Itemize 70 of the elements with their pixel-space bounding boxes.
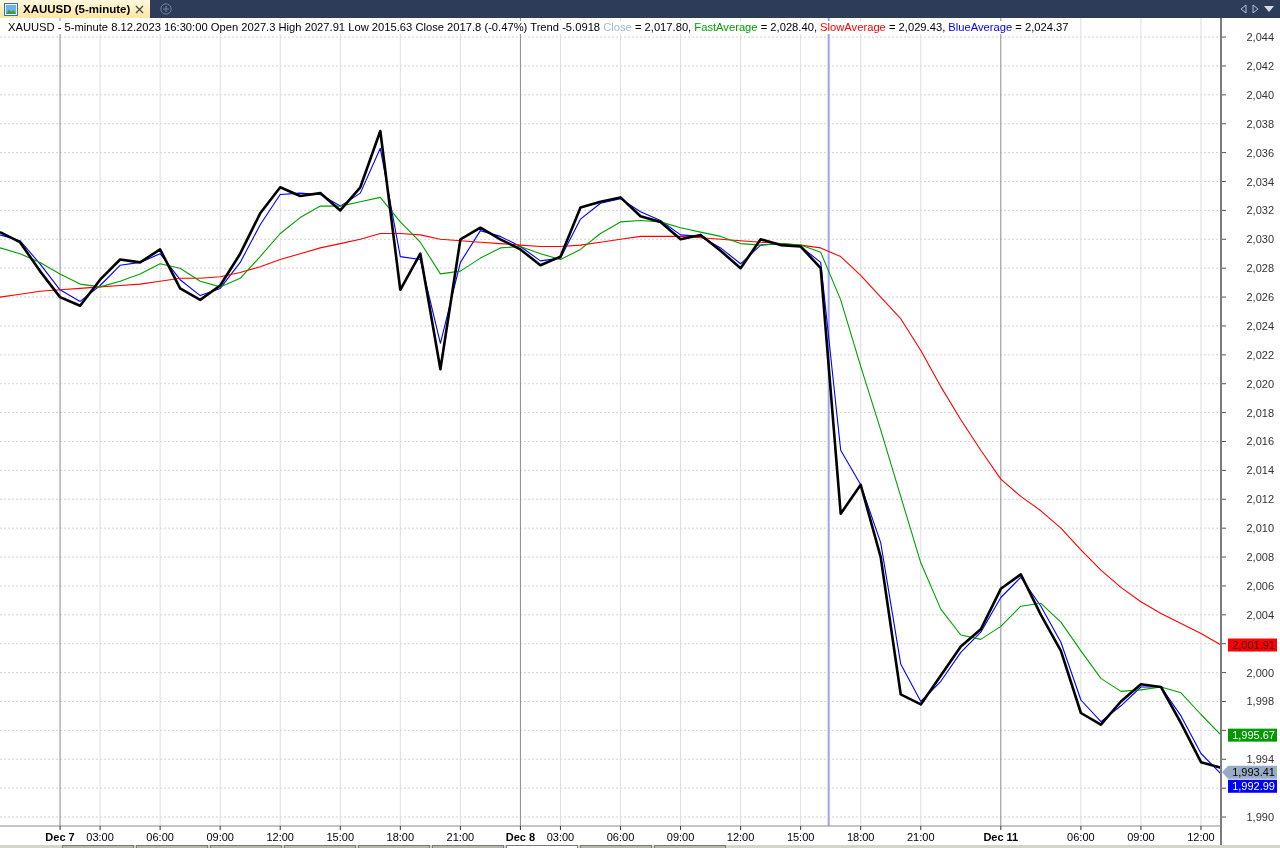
sheet-tab[interactable] bbox=[62, 845, 134, 848]
x-axis-label: 09:00 bbox=[1127, 831, 1155, 843]
x-axis-label: 12:00 bbox=[726, 831, 755, 843]
y-axis-label: 2,006 bbox=[1246, 579, 1274, 592]
legend-series-name: BlueAverage bbox=[947, 21, 1013, 34]
x-axis-label: 03:00 bbox=[546, 831, 575, 843]
y-axis-label: 2,022 bbox=[1246, 348, 1274, 361]
legend-series-name: SlowAverage bbox=[819, 21, 886, 34]
y-axis-label: 2,034 bbox=[1246, 175, 1274, 188]
y-axis-label: 2,012 bbox=[1246, 493, 1274, 506]
legend-text: XAUUSD - 5-minute 8.12.2023 16:30:00 Open 2027.3 High 2027.91 Low 2015.63 Close 2017.8 (-0.47%) Trend -5.0918 bbox=[8, 21, 601, 34]
x-axis-label: 03:00 bbox=[86, 831, 114, 843]
y-axis-label: 2,018 bbox=[1246, 406, 1274, 419]
x-axis-label: 21:00 bbox=[446, 831, 475, 843]
x-axis-label: 15:00 bbox=[326, 831, 355, 843]
close-icon[interactable] bbox=[135, 4, 145, 14]
sheet-tab[interactable] bbox=[580, 845, 652, 848]
y-axis-label: 2,016 bbox=[1246, 435, 1274, 448]
sheet-tab[interactable] bbox=[284, 845, 356, 848]
left-arrow-icon[interactable] bbox=[1240, 4, 1247, 14]
legend-value: = 2,024.37 bbox=[1014, 21, 1069, 34]
y-axis-label: 1,994 bbox=[1246, 753, 1274, 766]
y-axis-label: 2,044 bbox=[1246, 31, 1274, 44]
x-axis-label: 21:00 bbox=[907, 831, 935, 843]
legend-series-name: Close bbox=[602, 21, 632, 34]
plus-icon[interactable] bbox=[160, 3, 173, 15]
x-axis-label: 15:00 bbox=[786, 831, 815, 843]
x-axis-label: 06:00 bbox=[606, 831, 635, 843]
y-axis-label: 2,004 bbox=[1246, 608, 1274, 621]
y-axis-label: 1,990 bbox=[1246, 811, 1274, 824]
x-axis-label: 12:00 bbox=[1187, 831, 1215, 843]
x-axis-label: 18:00 bbox=[386, 831, 415, 843]
x-axis-label: 06:00 bbox=[146, 831, 174, 843]
sheet-tab[interactable] bbox=[654, 845, 726, 848]
sheet-tab[interactable] bbox=[136, 845, 208, 848]
legend-value: = 2,017.80, bbox=[633, 21, 692, 34]
y-axis-label: 2,020 bbox=[1246, 377, 1274, 390]
chart-tab[interactable]: XAUUSD (5-minute) bbox=[0, 0, 151, 18]
sheet-tab[interactable] bbox=[432, 845, 504, 848]
y-axis-label: 2,026 bbox=[1246, 291, 1274, 304]
y-axis-label: 1,998 bbox=[1246, 695, 1274, 708]
legend-value: = 2,029.43, bbox=[887, 21, 946, 34]
y-axis-label: 2,024 bbox=[1246, 319, 1274, 332]
x-axis-label: 09:00 bbox=[206, 831, 234, 843]
x-axis-label: Dec 11 bbox=[983, 831, 1019, 843]
y-axis-label: 2,028 bbox=[1246, 262, 1274, 275]
x-axis-label: 12:00 bbox=[266, 831, 294, 843]
x-axis-label: 09:00 bbox=[666, 831, 695, 843]
y-axis-label: 2,030 bbox=[1246, 233, 1274, 246]
legend-value: = 2,028.40, bbox=[759, 21, 817, 34]
y-axis-label: 2,010 bbox=[1246, 522, 1274, 535]
caret-down-icon[interactable] bbox=[1264, 6, 1274, 12]
y-axis-label: 2,008 bbox=[1246, 551, 1274, 564]
sheet-tab[interactable] bbox=[210, 845, 282, 848]
image-icon bbox=[4, 2, 18, 16]
y-axis-label: 2,036 bbox=[1246, 146, 1274, 159]
right-arrow-icon[interactable] bbox=[1252, 4, 1259, 14]
y-axis-label: 2,038 bbox=[1246, 117, 1274, 130]
y-axis-label: 2,040 bbox=[1246, 88, 1274, 101]
x-axis-label: Dec 7 bbox=[45, 831, 75, 843]
legend-series-name: FastAverage bbox=[693, 21, 758, 34]
y-axis-label: 2,014 bbox=[1246, 464, 1274, 477]
x-axis-label: 06:00 bbox=[1067, 831, 1095, 843]
x-axis-label: 18:00 bbox=[846, 831, 875, 843]
x-axis-label: Dec 8 bbox=[505, 831, 536, 843]
y-axis-label: 2,032 bbox=[1246, 204, 1274, 217]
sheet-tab[interactable] bbox=[358, 845, 430, 848]
sheet-tab[interactable] bbox=[506, 845, 578, 848]
y-axis-label: 2,000 bbox=[1246, 666, 1274, 679]
y-axis-label: 2,042 bbox=[1246, 59, 1274, 72]
